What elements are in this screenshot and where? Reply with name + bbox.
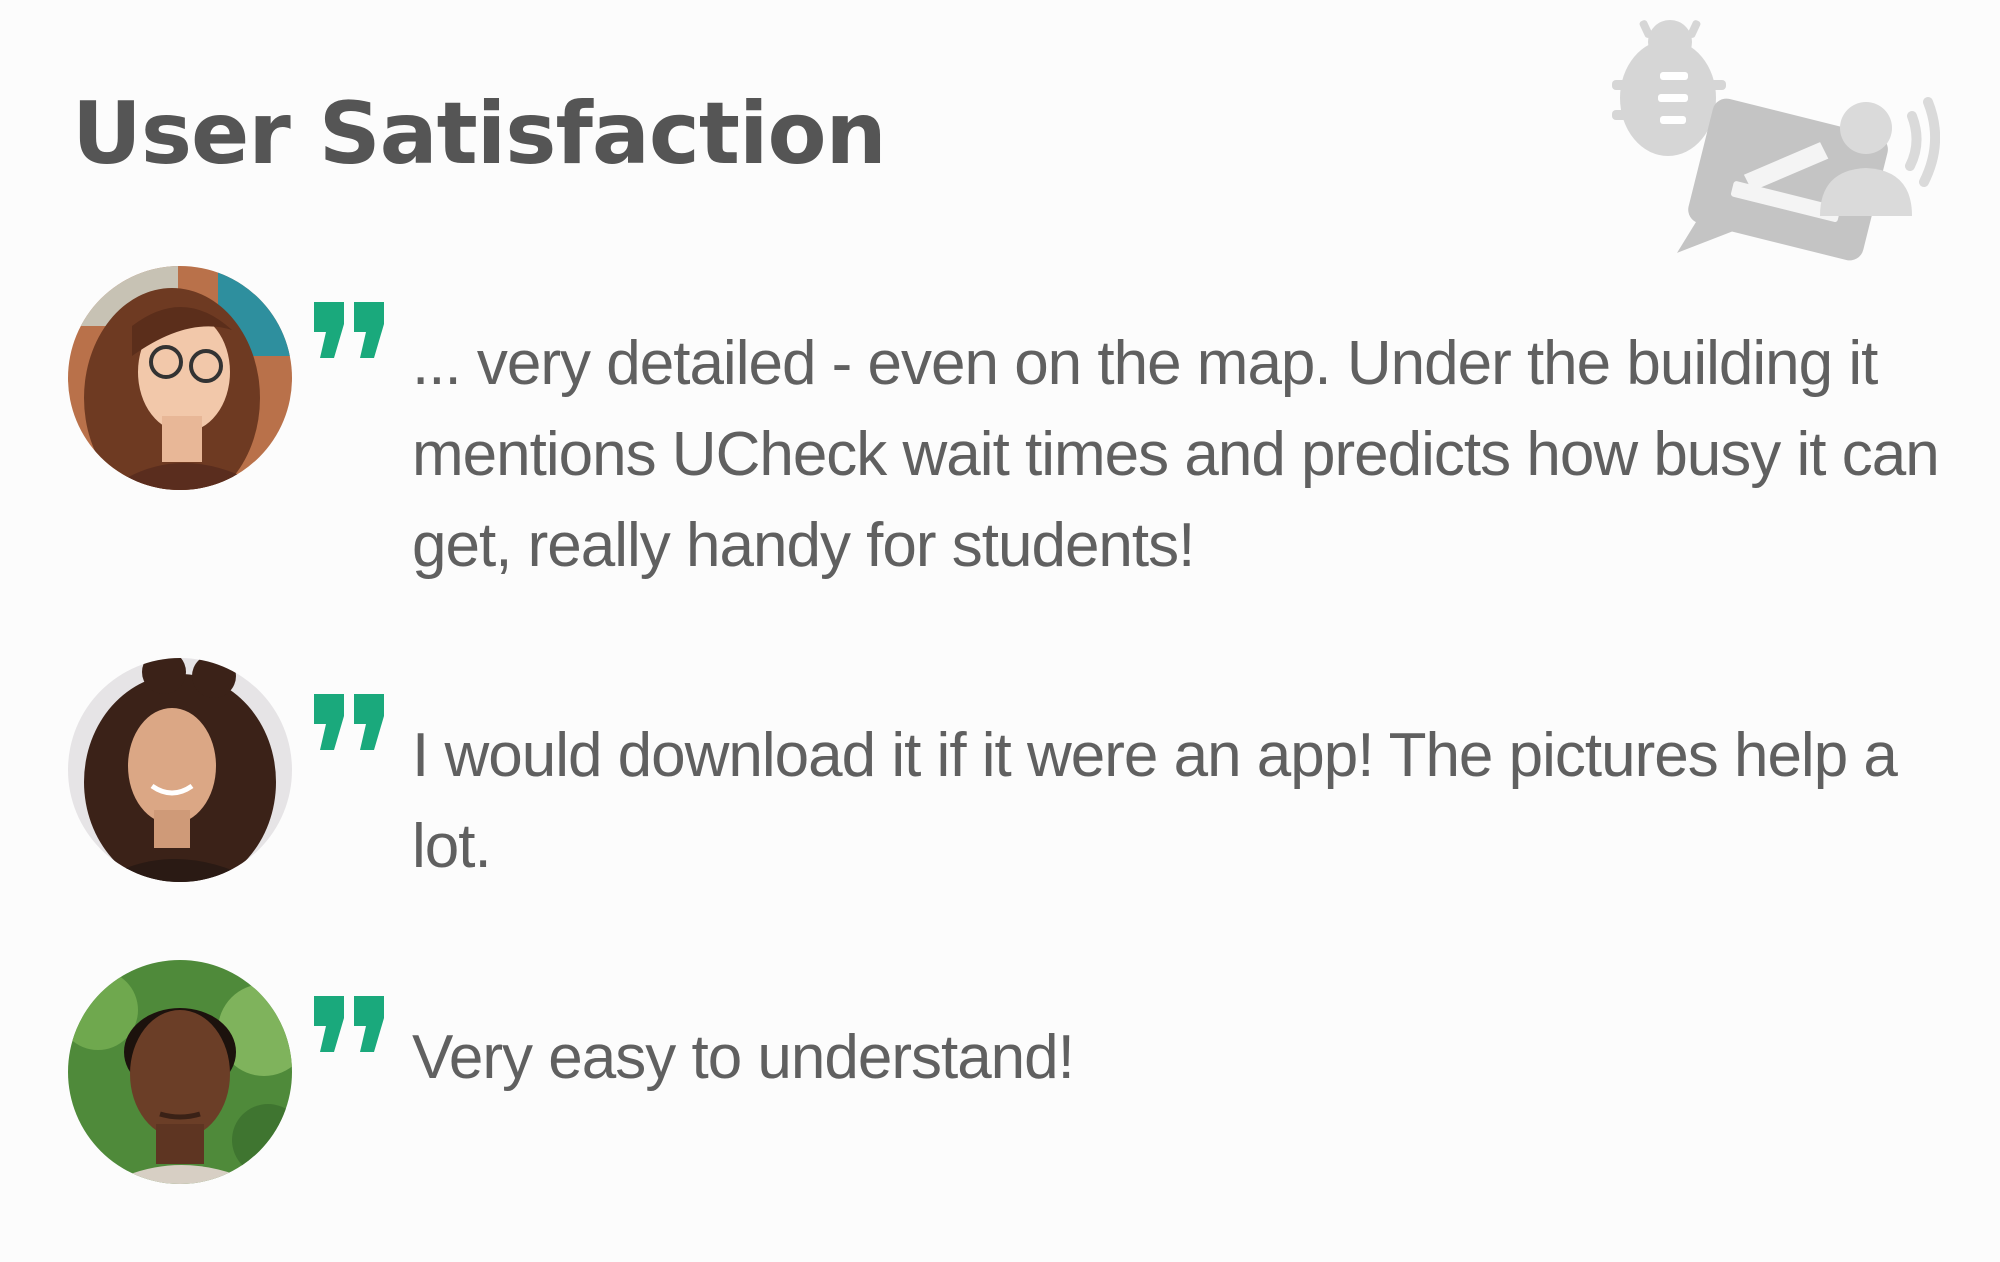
testimonial-quote: I would download it if it were an app! T… (412, 721, 1898, 881)
quote-mark-icon (314, 996, 384, 1052)
testimonial-quote: ... very detailed - even on the map. Und… (412, 329, 1940, 580)
testimonial-quote: Very easy to understand! (412, 1023, 1075, 1092)
user-photo-avatar (68, 266, 292, 490)
user-photo-avatar (68, 960, 292, 1184)
quote-mark-icon (314, 302, 384, 358)
bug-feedback-chat-icon (1520, 20, 1941, 280)
page-title: User Satisfaction (72, 84, 887, 184)
quote-mark-icon (314, 694, 384, 750)
user-photo-avatar (68, 658, 292, 882)
